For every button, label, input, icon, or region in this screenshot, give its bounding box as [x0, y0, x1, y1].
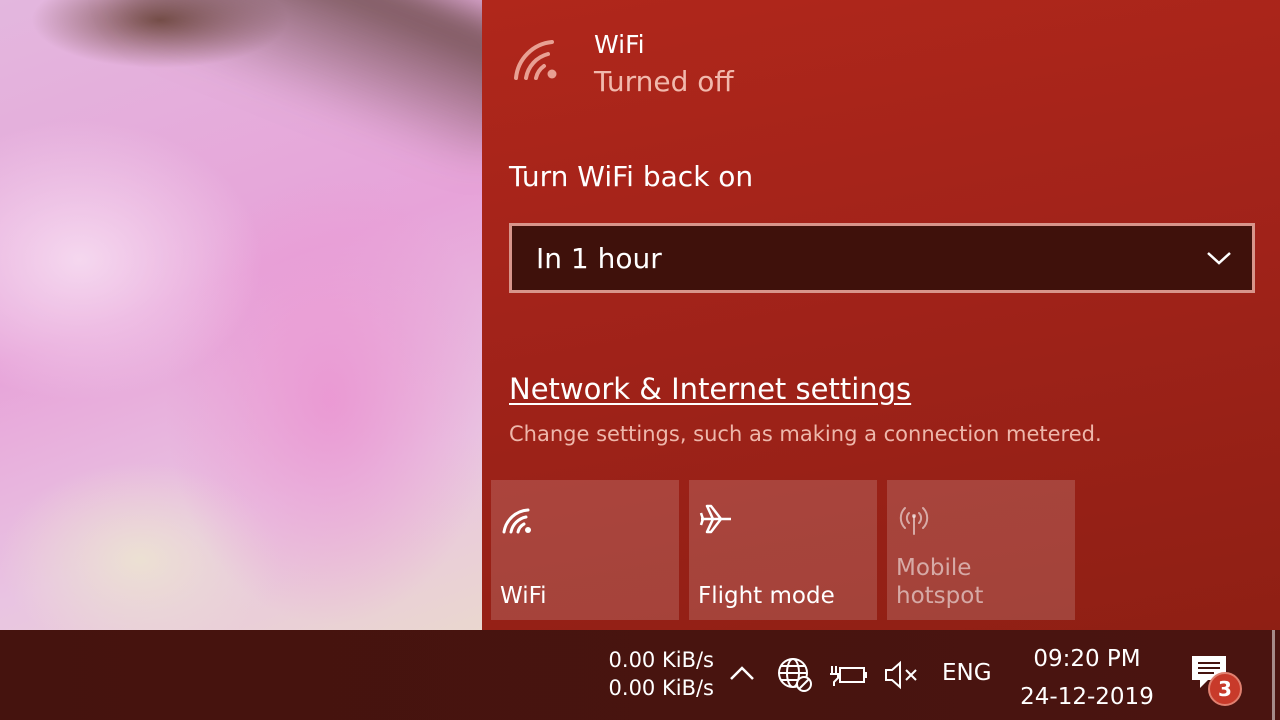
turn-wifi-on-label: Turn WiFi back on	[509, 160, 754, 193]
input-language-indicator[interactable]: ENG	[942, 660, 992, 686]
battery-charging-icon[interactable]	[830, 660, 868, 690]
hotspot-icon	[899, 507, 929, 535]
clock-date: 24-12-2019	[1020, 684, 1154, 710]
taskbar: 0.00 KiB/s 0.00 KiB/s ENG 09:20 PM 24-12…	[0, 630, 1280, 720]
wifi-title: WiFi	[594, 30, 645, 59]
quick-action-wifi[interactable]: WiFi	[491, 480, 679, 620]
wifi-status-row[interactable]: WiFi Turned off	[512, 30, 734, 102]
taskbar-clock[interactable]: 09:20 PM 24-12-2019	[1012, 640, 1162, 716]
dropdown-selected-value: In 1 hour	[536, 241, 662, 275]
speaker-muted-icon[interactable]	[884, 660, 920, 690]
tile-label-wifi: WiFi	[500, 583, 547, 609]
chevron-down-icon	[1207, 252, 1231, 265]
upload-speed: 0.00 KiB/s	[608, 648, 714, 672]
wifi-status-text: Turned off	[594, 65, 734, 98]
quick-action-flight-mode[interactable]: Flight mode	[689, 480, 877, 620]
network-globe-icon[interactable]	[776, 656, 814, 694]
action-center-button[interactable]: 3	[1190, 654, 1246, 710]
wifi-icon	[502, 508, 531, 534]
clock-time: 09:20 PM	[1033, 646, 1141, 672]
network-flyout: WiFi Turned off Turn WiFi back on In 1 h…	[482, 0, 1280, 630]
network-settings-link[interactable]: Network & Internet settings	[509, 372, 911, 406]
show-desktop-button[interactable]	[1272, 630, 1275, 720]
download-speed: 0.00 KiB/s	[608, 676, 714, 700]
notification-count-badge: 3	[1208, 672, 1242, 706]
airplane-icon	[699, 504, 731, 534]
show-hidden-icons-chevron-up-icon[interactable]	[728, 664, 756, 682]
network-settings-description: Change settings, such as making a connec…	[509, 422, 1102, 446]
quick-action-mobile-hotspot[interactable]: Mobile hotspot	[887, 480, 1075, 620]
tile-label-flight-mode: Flight mode	[698, 583, 835, 609]
tile-label-mobile-hotspot: Mobile hotspot	[896, 555, 984, 609]
turn-wifi-on-dropdown[interactable]: In 1 hour	[509, 223, 1255, 293]
network-speed-meter: 0.00 KiB/s 0.00 KiB/s	[594, 646, 714, 702]
wifi-off-icon	[514, 40, 557, 80]
desktop-wallpaper	[0, 0, 553, 630]
